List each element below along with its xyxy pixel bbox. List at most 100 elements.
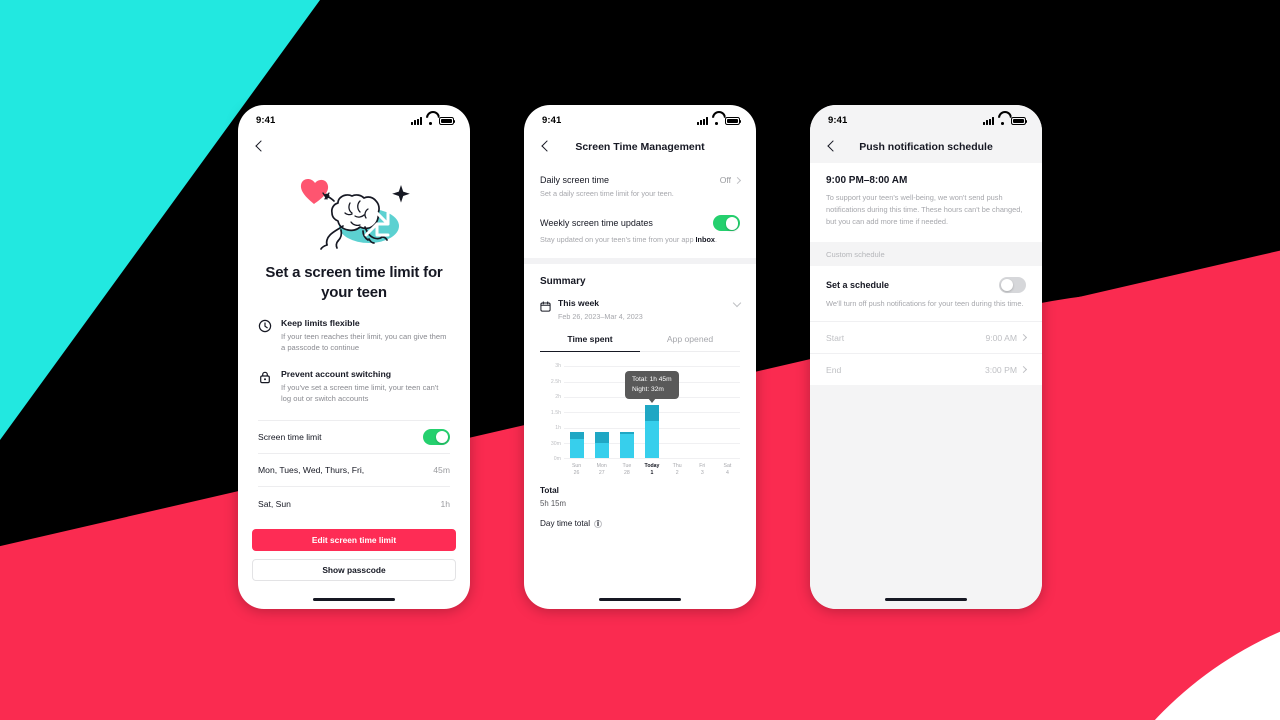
phone3-column: 9:41 Push notification schedule 9:00 PM–… bbox=[810, 105, 1042, 609]
time-spent-chart: 3h 2.5h 2h 1.5h 1h 30m 0m Sun 26 Mon 27 Tue 28 Today… bbox=[540, 363, 740, 477]
weekend-limit-label: Sat, Sun bbox=[258, 498, 291, 509]
phone3-empty-area bbox=[810, 385, 1042, 609]
chart-bar-segment-night bbox=[644, 404, 659, 422]
back-chevron-icon[interactable] bbox=[252, 139, 268, 155]
chart-x-label: Mon 27 bbox=[589, 463, 614, 477]
status-icons bbox=[697, 116, 742, 125]
nav-bar: Screen Time Management bbox=[524, 131, 756, 163]
chart-x-label: Fri 3 bbox=[690, 463, 715, 477]
weekend-limit-row[interactable]: Sat, Sun 1h bbox=[258, 487, 450, 520]
daily-screen-time-setting[interactable]: Daily screen time Off Set a daily screen… bbox=[540, 163, 742, 199]
set-a-schedule-block: Set a schedule We'll turn off push notif… bbox=[810, 265, 1042, 322]
chart-x-label-day: Fri bbox=[699, 462, 706, 469]
feature-item: Keep limits flexible If your teen reache… bbox=[258, 318, 450, 353]
schedule-start-value: 9:00 AM bbox=[985, 332, 1017, 343]
chart-x-label: Thu 2 bbox=[665, 463, 690, 477]
chart-bar-column[interactable] bbox=[564, 366, 589, 459]
weekly-updates-head: Weekly screen time updates bbox=[540, 215, 740, 232]
wifi-icon bbox=[712, 117, 722, 125]
daily-screen-time-sub: Set a daily screen time limit for your t… bbox=[540, 189, 674, 198]
week-text: This week Feb 26, 2023–Mar 4, 2023 bbox=[558, 298, 727, 321]
weekly-updates-sub-prefix: Stay updated on your teen's time from yo… bbox=[540, 235, 696, 245]
show-passcode-button[interactable]: Show passcode bbox=[252, 559, 456, 581]
chart-y-tick-label: 2h bbox=[555, 394, 561, 401]
chart-bar bbox=[644, 404, 659, 459]
chart-x-label-date: 3 bbox=[700, 470, 704, 477]
weekly-updates-sub-bold: Inbox bbox=[695, 235, 715, 245]
lock-icon bbox=[258, 370, 272, 384]
chart-x-label-date: 1 bbox=[650, 470, 654, 477]
tab-time-spent[interactable]: Time spent bbox=[540, 334, 640, 353]
chart-x-label: Tue 28 bbox=[614, 463, 639, 477]
phone-screen-1: 9:41 Set a screen time limit for your te… bbox=[238, 105, 470, 609]
week-range: Feb 26, 2023–Mar 4, 2023 bbox=[558, 312, 643, 322]
chart-x-label-day: Thu bbox=[672, 462, 682, 469]
total-block: Total 5h 15m bbox=[540, 486, 740, 508]
set-a-schedule-sub: We'll turn off push notifications for yo… bbox=[826, 298, 1024, 308]
feature-text: Keep limits flexible If your teen reache… bbox=[281, 318, 450, 353]
battery-icon bbox=[1011, 116, 1028, 125]
screen-time-limit-toggle[interactable] bbox=[423, 429, 450, 445]
chart-x-label-date: 2 bbox=[675, 470, 679, 477]
quiet-hours-card: 9:00 PM–8:00 AM To support your teen's w… bbox=[810, 163, 1042, 242]
daily-screen-time-head: Daily screen time Off bbox=[540, 175, 742, 185]
chart-bar-column[interactable] bbox=[589, 366, 614, 459]
chart-x-label-day: Today bbox=[644, 462, 660, 469]
chart-x-label-date: 27 bbox=[598, 470, 605, 477]
chart-bar bbox=[619, 431, 634, 459]
status-icons bbox=[983, 116, 1028, 125]
signal-icon bbox=[411, 117, 422, 125]
info-icon[interactable]: i bbox=[594, 519, 603, 528]
nav-bar bbox=[238, 131, 470, 163]
set-a-schedule-head: Set a schedule bbox=[826, 276, 1026, 293]
section-divider bbox=[524, 258, 756, 265]
day-time-total-row[interactable]: Day time total i bbox=[540, 519, 740, 528]
chart-gridline: 0m bbox=[554, 456, 740, 462]
week-selector[interactable]: This week Feb 26, 2023–Mar 4, 2023 bbox=[540, 298, 742, 321]
chart-bar-segment-night bbox=[594, 431, 609, 444]
battery-icon bbox=[725, 116, 742, 125]
weekly-updates-setting: Weekly screen time updates Stay updated … bbox=[540, 199, 740, 245]
status-bar: 9:41 bbox=[238, 105, 470, 131]
signal-icon bbox=[983, 117, 994, 125]
feature-title: Keep limits flexible bbox=[281, 318, 360, 328]
phone2-body: Daily screen time Off Set a daily screen… bbox=[524, 163, 756, 528]
back-chevron-icon[interactable] bbox=[824, 139, 840, 155]
weekly-updates-sub: Stay updated on your teen's time from yo… bbox=[540, 235, 740, 245]
chart-bar-segment-day bbox=[644, 421, 659, 459]
set-a-schedule-toggle[interactable] bbox=[999, 276, 1026, 293]
weekly-updates-toggle[interactable] bbox=[713, 215, 740, 232]
chart-bar-column[interactable] bbox=[690, 366, 715, 458]
chart-x-label: Sun 26 bbox=[564, 463, 589, 477]
set-a-schedule-label: Set a schedule bbox=[826, 279, 890, 290]
page-title: Set a screen time limit for your teen bbox=[265, 264, 443, 301]
schedule-start-row[interactable]: Start 9:00 AM bbox=[810, 321, 1042, 354]
weekday-limit-row[interactable]: Mon, Tues, Wed, Thurs, Fri, 45m bbox=[258, 454, 450, 487]
chart-bar bbox=[594, 431, 609, 459]
composition-stage: 9:41 Set a screen time limit for your te… bbox=[0, 0, 1280, 720]
phone-screen-2: 9:41 Screen Time Management Daily screen… bbox=[524, 105, 756, 609]
chart-y-tick-label: 3h bbox=[555, 363, 561, 370]
back-chevron-icon[interactable] bbox=[538, 139, 554, 155]
custom-schedule-section-label: Custom schedule bbox=[810, 241, 1042, 266]
chart-bar-segment-day bbox=[594, 443, 609, 459]
edit-screen-time-limit-button[interactable]: Edit screen time limit bbox=[252, 529, 456, 551]
feature-title: Prevent account switching bbox=[281, 369, 392, 379]
day-time-total-label: Day time total bbox=[540, 519, 591, 529]
phone-screen-3: 9:41 Push notification schedule 9:00 PM–… bbox=[810, 105, 1042, 609]
schedule-end-label: End bbox=[826, 364, 842, 375]
tooltip-line-2: Night: 32m bbox=[632, 385, 664, 393]
chart-bar-segment-night bbox=[569, 431, 584, 440]
screen-time-limit-label: Screen time limit bbox=[258, 432, 322, 442]
chevron-down-icon[interactable] bbox=[732, 299, 742, 308]
wifi-icon bbox=[426, 117, 436, 125]
page-title: Screen Time Management bbox=[575, 141, 705, 153]
tab-app-opened[interactable]: App opened bbox=[640, 334, 740, 351]
schedule-end-row[interactable]: End 3:00 PM bbox=[810, 353, 1042, 386]
feature-item: Prevent account switching If you've set … bbox=[258, 369, 450, 404]
feature-desc: If your teen reaches their limit, you ca… bbox=[281, 332, 447, 352]
chart-bar-column[interactable] bbox=[715, 366, 740, 458]
chart-x-label-day: Sun bbox=[571, 462, 582, 469]
tooltip-line-1: Total: 1h 45m bbox=[632, 375, 672, 383]
page-title: Push notification schedule bbox=[859, 141, 993, 153]
